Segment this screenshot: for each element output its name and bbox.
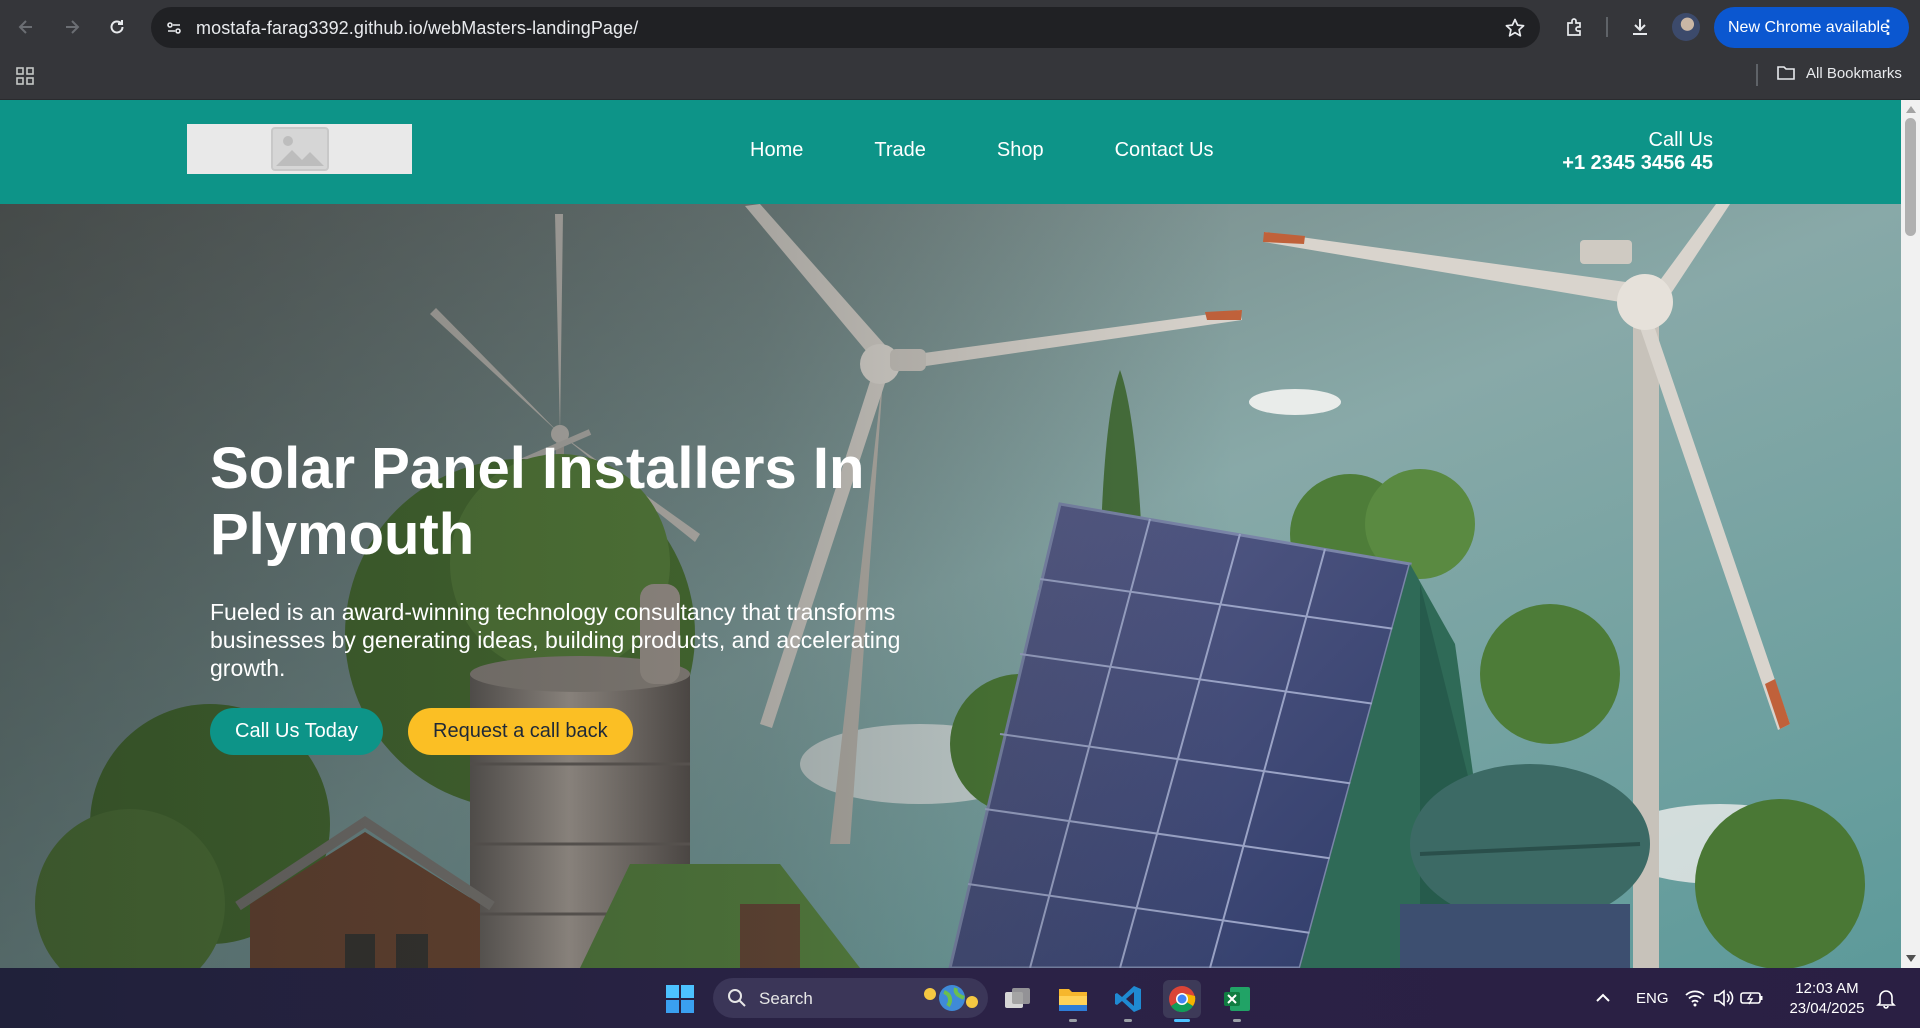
chrome-update-label: New Chrome available: [1728, 18, 1889, 36]
volume-icon: [1714, 989, 1734, 1007]
extensions-icon[interactable]: [1561, 13, 1589, 41]
profile-avatar[interactable]: [1672, 13, 1700, 41]
hero-actions: Call Us Today Request a call back: [210, 708, 633, 755]
taskbar-search-box[interactable]: Search: [713, 978, 988, 1018]
task-view-icon: [1005, 988, 1030, 1008]
chrome-update-button[interactable]: New Chrome available ⋮: [1714, 7, 1909, 48]
call-us-label: Call Us: [1648, 129, 1713, 151]
system-tray-status[interactable]: [1684, 986, 1764, 1010]
clock-time: 12:03 AM: [1795, 980, 1859, 997]
notifications-button[interactable]: [1875, 987, 1897, 1009]
reload-icon: [110, 20, 124, 34]
battery-charging-icon: [1740, 992, 1763, 1005]
call-us-today-button[interactable]: Call Us Today: [210, 708, 384, 755]
vscode-icon: [1115, 986, 1141, 1012]
address-bar[interactable]: mostafa-farag3392.github.io/webMasters-l…: [151, 7, 1540, 48]
file-explorer-icon: [1059, 989, 1087, 1011]
site-header: Home Trade Shop Contact Us Call Us +1 23…: [0, 100, 1901, 204]
image-placeholder-icon: [270, 127, 329, 171]
page-scrollbar[interactable]: [1901, 100, 1920, 968]
nav-link-contact[interactable]: Contact Us: [1115, 139, 1214, 162]
toolbar-divider: [1606, 17, 1608, 37]
show-hidden-icons-button[interactable]: [1593, 988, 1613, 1008]
bell-icon: [1876, 990, 1896, 1009]
hero-content: Solar Panel Installers In Plymouth Fuele…: [210, 436, 970, 682]
bookmarks-bar: All Bookmarks: [0, 55, 1920, 100]
request-call-back-button[interactable]: Request a call back: [408, 708, 633, 755]
taskbar-file-explorer[interactable]: [1054, 980, 1092, 1022]
search-icon: [728, 989, 746, 1007]
chevron-up-icon: [1596, 993, 1610, 1002]
page-viewport: Home Trade Shop Contact Us Call Us +1 23…: [0, 100, 1901, 968]
scroll-up-arrow-icon[interactable]: [1906, 106, 1916, 113]
taskbar-task-view[interactable]: [999, 980, 1037, 1018]
hero-description: Fueled is an award-winning technology co…: [210, 599, 901, 681]
taskbar-excel[interactable]: [1218, 980, 1256, 1022]
language-indicator[interactable]: ENG: [1636, 990, 1669, 1007]
all-bookmarks-label: All Bookmarks: [1806, 64, 1902, 82]
running-indicator: [1069, 1019, 1077, 1022]
main-navigation: Home Trade Shop Contact Us: [750, 139, 1285, 162]
site-info-icon[interactable]: [159, 13, 189, 43]
scrollbar-thumb[interactable]: [1905, 118, 1916, 236]
forward-arrow-icon: [66, 20, 80, 34]
hero-section: Solar Panel Installers In Plymouth Fuele…: [0, 204, 1901, 968]
forward-button[interactable]: [56, 11, 88, 43]
more-menu-icon[interactable]: ⋮: [1879, 18, 1897, 36]
taskbar-chrome[interactable]: [1163, 980, 1201, 1022]
running-indicator: [1233, 1019, 1241, 1022]
hero-title: Solar Panel Installers In Plymouth: [210, 436, 865, 567]
site-logo-placeholder[interactable]: [187, 124, 412, 174]
windows-taskbar: Search ENG 12:03 AM 23/04/2025: [0, 968, 1920, 1028]
windows-start-icon[interactable]: [665, 984, 695, 1014]
earth-day-highlight-icon: [924, 985, 978, 1011]
taskbar-vscode[interactable]: [1109, 980, 1147, 1022]
header-call-info: Call Us +1 2345 3456 45: [1562, 129, 1713, 175]
running-indicator: [1124, 1019, 1132, 1022]
chrome-icon: [1169, 986, 1196, 1013]
apps-grid-icon[interactable]: [14, 65, 36, 87]
back-arrow-icon: [18, 20, 32, 34]
scroll-down-arrow-icon[interactable]: [1906, 955, 1916, 962]
excel-icon: [1224, 987, 1250, 1011]
folder-icon: [1777, 66, 1795, 80]
downloads-icon[interactable]: [1626, 13, 1654, 41]
nav-link-trade[interactable]: Trade: [874, 139, 926, 162]
reload-button[interactable]: [101, 11, 133, 43]
taskbar-search-label: Search: [759, 989, 813, 1008]
nav-link-home[interactable]: Home: [750, 139, 803, 162]
bookmarks-divider: [1756, 64, 1758, 86]
wifi-icon: [1685, 990, 1705, 1007]
phone-number-link[interactable]: +1 2345 3456 45: [1562, 152, 1713, 175]
active-indicator: [1174, 1019, 1190, 1022]
nav-link-shop[interactable]: Shop: [997, 139, 1044, 162]
url-text[interactable]: mostafa-farag3392.github.io/webMasters-l…: [196, 18, 638, 39]
back-button[interactable]: [10, 11, 42, 43]
taskbar-clock[interactable]: 12:03 AM 23/04/2025: [1788, 979, 1866, 1019]
bookmark-star-icon[interactable]: [1504, 17, 1526, 39]
clock-date: 23/04/2025: [1789, 1000, 1865, 1017]
all-bookmarks-button[interactable]: All Bookmarks: [1776, 64, 1902, 82]
browser-toolbar: mostafa-farag3392.github.io/webMasters-l…: [0, 0, 1920, 55]
